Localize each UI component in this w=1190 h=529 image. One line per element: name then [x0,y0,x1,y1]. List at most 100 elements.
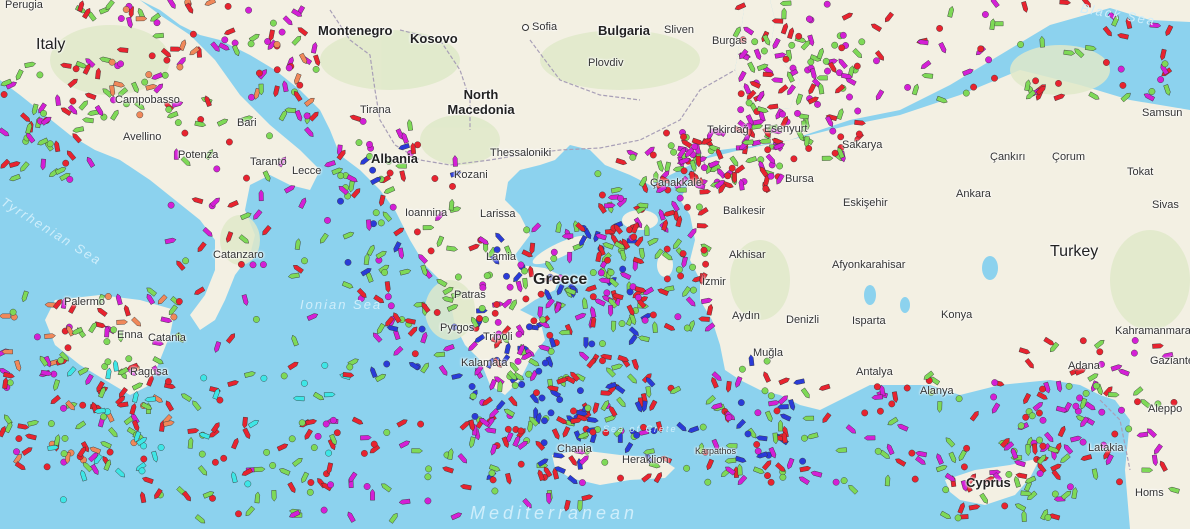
cargo-vessel-stationary[interactable] [301,257,308,265]
cargo-vessel-stationary[interactable] [346,363,354,371]
passenger-vessel-stationary[interactable] [588,340,596,348]
cargo-vessel-stationary[interactable] [704,478,712,486]
tug-vessel-stationary[interactable] [138,467,146,475]
fishing-vessel-stationary[interactable] [176,63,184,71]
pleasure-vessel-stationary[interactable] [60,404,67,412]
tanker-vessel-stationary[interactable] [417,420,424,428]
tanker-vessel-stationary[interactable] [476,315,483,322]
cargo-vessel-stationary[interactable] [312,66,320,73]
tanker-vessel-stationary[interactable] [386,169,394,177]
tanker-vessel-stationary[interactable] [1039,442,1047,450]
passenger-vessel-stationary[interactable] [418,325,426,333]
cargo-vessel-stationary[interactable] [589,269,597,276]
cargo-vessel-stationary[interactable] [306,488,314,496]
cargo-vessel-stationary[interactable] [161,71,169,79]
tanker-vessel-stationary[interactable] [489,476,497,484]
tanker-vessel-stationary[interactable] [617,474,624,482]
tanker-vessel-stationary[interactable] [0,91,8,98]
tanker-vessel-stationary[interactable] [991,74,998,82]
pleasure-vessel-stationary[interactable] [991,379,999,386]
tanker-vessel-stationary[interactable] [1079,337,1087,345]
pleasure-vessel-stationary[interactable] [839,31,847,39]
fishing-vessel-stationary[interactable] [145,71,153,79]
passenger-vessel-stationary[interactable] [799,457,806,465]
pleasure-vessel-stationary[interactable] [34,333,41,341]
tanker-vessel-stationary[interactable] [517,460,525,468]
cargo-vessel-stationary[interactable] [104,358,112,366]
tanker-vessel-stationary[interactable] [449,182,456,190]
tanker-vessel-stationary[interactable] [903,384,911,392]
cargo-vessel-stationary[interactable] [141,78,149,86]
fishing-vessel-stationary[interactable] [104,293,112,300]
cargo-vessel-stationary[interactable] [761,47,768,55]
tanker-vessel-stationary[interactable] [533,389,540,397]
pleasure-vessel-stationary[interactable] [329,416,337,424]
pleasure-vessel-stationary[interactable] [767,172,775,180]
cargo-vessel-stationary[interactable] [424,473,432,481]
cargo-vessel-stationary[interactable] [337,172,345,180]
cargo-vessel-stationary[interactable] [618,320,626,327]
pleasure-vessel-stationary[interactable] [506,283,514,291]
tanker-vessel-stationary[interactable] [680,167,688,175]
pleasure-vessel-stationary[interactable] [117,60,125,68]
pleasure-vessel-stationary[interactable] [245,6,253,14]
tanker-vessel-stationary[interactable] [936,24,943,32]
cargo-vessel-stationary[interactable] [1148,88,1156,95]
cargo-vessel-stationary[interactable] [469,392,477,400]
cargo-vessel-stationary[interactable] [751,38,759,46]
marine-traffic-map[interactable]: Italy Greece Turkey Cyprus Albania North… [0,0,1190,529]
tanker-vessel-stationary[interactable] [664,275,671,283]
cargo-vessel-stationary[interactable] [962,89,970,97]
cargo-vessel-stationary[interactable] [699,423,707,431]
cargo-vessel-stationary[interactable] [1161,60,1169,68]
cargo-vessel-stationary[interactable] [57,357,65,364]
tanker-vessel-stationary[interactable] [106,448,114,456]
cargo-vessel-stationary[interactable] [263,448,270,456]
tanker-vessel-stationary[interactable] [15,435,23,442]
cargo-vessel-stationary[interactable] [594,170,602,178]
tanker-vessel-stationary[interactable] [175,298,183,305]
cargo-vessel-stationary[interactable] [182,257,190,265]
pleasure-vessel-stationary[interactable] [324,216,331,224]
cargo-vessel-stationary[interactable] [198,450,206,458]
tanker-vessel-stationary[interactable] [728,164,736,172]
tanker-vessel-stationary[interactable] [530,317,538,325]
passenger-vessel-stationary[interactable] [471,412,479,420]
fishing-vessel-stationary[interactable] [136,111,144,119]
passenger-vessel-stationary[interactable] [369,166,376,174]
pleasure-vessel-stationary[interactable] [117,15,125,22]
pleasure-vessel-stationary[interactable] [517,261,525,269]
tanker-vessel-stationary[interactable] [663,129,670,137]
pleasure-vessel-stationary[interactable] [1117,65,1125,73]
cargo-vessel-stationary[interactable] [1028,412,1036,420]
tanker-vessel-stationary[interactable] [762,185,770,193]
pleasure-vessel-stationary[interactable] [424,497,432,505]
pleasure-vessel-stationary[interactable] [794,110,801,117]
pleasure-vessel-stationary[interactable] [832,478,840,486]
tanker-vessel-stationary[interactable] [795,32,803,40]
tanker-vessel-stationary[interactable] [43,463,51,471]
cargo-vessel-stationary[interactable] [355,139,363,147]
fishing-vessel-stationary[interactable] [273,41,281,48]
pleasure-vessel-stationary[interactable] [327,481,334,489]
passenger-vessel-stationary[interactable] [383,360,391,368]
cargo-vessel-stationary[interactable] [46,140,54,148]
cargo-vessel-stationary[interactable] [482,316,489,323]
tug-vessel-stationary[interactable] [300,379,308,387]
fishing-vessel-stationary[interactable] [122,6,130,13]
cargo-vessel-stationary[interactable] [1082,389,1090,397]
pleasure-vessel-stationary[interactable] [366,140,373,148]
pleasure-vessel-stationary[interactable] [725,414,733,421]
tanker-vessel-stationary[interactable] [680,133,687,141]
passenger-vessel-stationary[interactable] [538,394,546,402]
tug-vessel-stationary[interactable] [260,374,268,382]
passenger-vessel-stationary[interactable] [541,359,549,367]
pleasure-vessel-stationary[interactable] [814,101,821,108]
pleasure-vessel-stationary[interactable] [676,194,684,202]
tanker-vessel-stationary[interactable] [69,97,77,105]
cargo-vessel-stationary[interactable] [521,267,528,275]
cargo-vessel-stationary[interactable] [607,269,615,276]
tanker-vessel-stationary[interactable] [433,309,441,316]
tanker-vessel-stationary[interactable] [427,247,435,255]
cargo-vessel-stationary[interactable] [539,316,547,324]
